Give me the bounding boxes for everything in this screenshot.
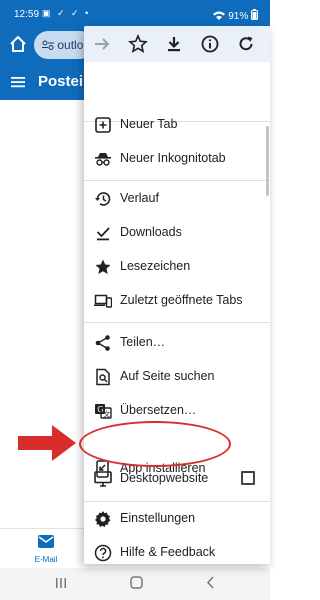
menu-action-row xyxy=(84,26,270,62)
find-in-page-icon xyxy=(96,368,110,386)
battery-icon xyxy=(251,9,258,20)
tab-mail[interactable]: E-Mail xyxy=(28,535,64,564)
menu-item-new-incognito-tab[interactable]: Neuer Inkognitotab xyxy=(84,143,270,175)
wifi-icon xyxy=(213,11,226,20)
svg-text:文: 文 xyxy=(103,410,110,419)
desktop-icon xyxy=(94,471,112,487)
info-icon[interactable] xyxy=(200,34,220,54)
site-settings-icon[interactable] xyxy=(42,40,54,50)
devices-icon xyxy=(94,294,112,308)
menu-item-label: Teilen… xyxy=(120,335,166,349)
menu-item-help-feedback[interactable]: Hilfe & Feedback xyxy=(84,537,270,564)
recent-apps-icon[interactable] xyxy=(55,577,67,589)
menu-item-settings[interactable]: Einstellungen xyxy=(84,503,270,535)
address-text: outlo xyxy=(57,38,84,52)
download-icon[interactable] xyxy=(164,34,184,54)
menu-divider xyxy=(84,180,270,181)
menu-item-new-tab[interactable]: Neuer Tab xyxy=(84,109,270,141)
menu-item-share[interactable]: Teilen… xyxy=(84,327,270,359)
menu-item-recent-tabs[interactable]: Zuletzt geöffnete Tabs xyxy=(84,285,270,317)
download-done-icon xyxy=(96,227,110,241)
menu-item-downloads[interactable]: Downloads xyxy=(84,217,270,249)
tab-mail-label: E-Mail xyxy=(34,555,58,564)
battery-text: 91% xyxy=(228,11,249,22)
menu-item-label: Auf Seite suchen xyxy=(120,369,215,383)
menu-item-label: Hilfe & Feedback xyxy=(120,545,216,559)
annotation-arrow-icon xyxy=(18,425,76,461)
plus-box-icon xyxy=(95,117,111,133)
bookmark-star-icon[interactable] xyxy=(128,34,148,54)
menu-divider xyxy=(84,501,270,502)
home-button-icon[interactable] xyxy=(130,576,143,589)
mail-icon xyxy=(38,535,54,548)
help-icon xyxy=(94,544,112,562)
forward-icon[interactable] xyxy=(92,34,112,54)
menu-item-label: Lesezeichen xyxy=(120,259,191,273)
translate-icon: G文 xyxy=(95,404,112,419)
share-icon xyxy=(95,335,110,351)
menu-item-history[interactable]: Verlauf xyxy=(84,183,270,215)
reload-icon[interactable] xyxy=(236,34,256,54)
status-system-icons: 91% xyxy=(213,9,258,22)
status-time: 12:59 xyxy=(14,9,40,20)
menu-item-label: Neuer Tab xyxy=(120,117,178,131)
menu-item-bookmarks[interactable]: Lesezeichen xyxy=(84,251,270,283)
menu-item-label: Verlauf xyxy=(120,191,159,205)
hamburger-menu-icon[interactable] xyxy=(10,74,26,90)
menu-item-label: Neuer Inkognitotab xyxy=(120,151,226,165)
menu-item-label: Einstellungen xyxy=(120,511,196,525)
star-icon xyxy=(95,259,111,274)
annotation-highlight-ellipse xyxy=(79,421,231,467)
system-navigation-bar xyxy=(0,568,270,600)
incognito-icon xyxy=(95,153,111,166)
settings-icon xyxy=(95,511,111,527)
notification-icons: ▣ ✓ ✓ • xyxy=(42,8,91,18)
back-button-icon[interactable] xyxy=(206,576,216,589)
browser-overflow-menu: Neuer Tab Neuer Inkognitotab Verlauf Dow… xyxy=(84,26,270,564)
menu-item-label: Downloads xyxy=(120,225,182,239)
desktop-site-checkbox[interactable] xyxy=(241,471,255,485)
menu-item-label: Zuletzt geöffnete Tabs xyxy=(120,293,243,307)
menu-divider xyxy=(84,322,270,323)
menu-item-desktop-site[interactable]: Desktopwebsite xyxy=(84,463,270,495)
history-icon xyxy=(95,192,111,206)
menu-item-label: Desktopwebsite xyxy=(120,471,209,485)
status-bar: 12:59 ▣ ✓ ✓ • 91% xyxy=(0,0,270,28)
home-icon[interactable] xyxy=(8,34,28,54)
menu-item-label: Übersetzen… xyxy=(120,403,197,417)
menu-scrollbar[interactable] xyxy=(266,126,269,196)
menu-item-find-in-page[interactable]: Auf Seite suchen xyxy=(84,361,270,393)
